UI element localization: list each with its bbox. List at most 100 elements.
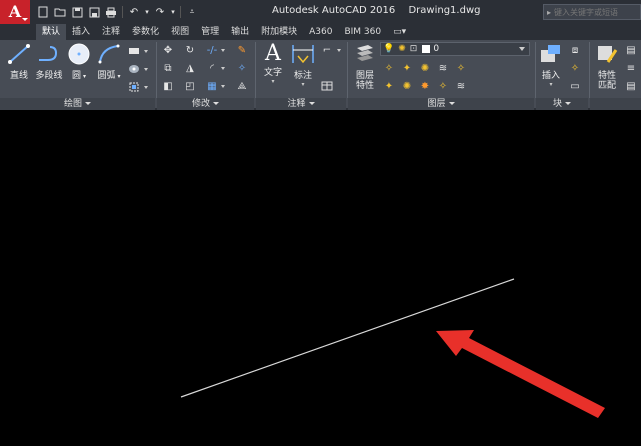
layers-panel: 图层 特性 💡 ✺ ⊡ 0 ✧ ✦ ✺ ≋ ✧ ✦ ✺ ✸ ✧ ≋ 图层 (348, 40, 534, 110)
layer-isolate-icon[interactable]: ✦ (400, 61, 414, 75)
tab-view[interactable]: 视图 (165, 24, 195, 40)
ribbon-minimize-toggle[interactable]: ▭▾ (387, 24, 412, 40)
print-icon[interactable] (104, 5, 118, 19)
layer-previous-icon[interactable]: ✺ (400, 79, 414, 93)
layer-freeze-icon[interactable]: ✺ (418, 61, 432, 75)
boundary-dropdown-icon[interactable] (144, 86, 148, 89)
tab-insert[interactable]: 插入 (66, 24, 96, 40)
application-menu-button[interactable]: A (0, 0, 30, 24)
explode-icon[interactable]: ✧ (235, 61, 249, 75)
match-layer-icon[interactable]: ✦ (382, 79, 396, 93)
tab-manage[interactable]: 管理 (195, 24, 225, 40)
leader-dropdown-icon[interactable] (337, 49, 341, 52)
scale-icon[interactable]: ◰ (183, 79, 197, 93)
boundary-icon[interactable] (127, 80, 141, 94)
layer-off-icon[interactable]: ✧ (382, 61, 396, 75)
polyline-label: 多段线 (35, 71, 63, 81)
tab-bim360[interactable]: BIM 360 (338, 24, 387, 40)
new-file-icon[interactable] (36, 5, 50, 19)
sun-icon: ✺ (398, 44, 406, 54)
lock-icon: ⊡ (409, 44, 418, 54)
undo-icon[interactable]: ↶ (127, 5, 141, 19)
dimension-tool-button[interactable]: 标注 ▾ (288, 42, 318, 88)
move-icon[interactable]: ✥ (161, 43, 175, 57)
tab-annotate[interactable]: 注释 (96, 24, 126, 40)
rectangle-icon[interactable] (127, 44, 141, 58)
chevron-down-icon (519, 47, 525, 51)
layer-color-swatch (422, 45, 431, 53)
mirror-icon[interactable]: ◮ (183, 61, 197, 75)
erase-icon[interactable]: ✎ (235, 43, 249, 57)
tab-default[interactable]: 默认 (36, 24, 67, 40)
undo-dropdown-icon[interactable]: ▾ (144, 5, 150, 19)
insert-block-button[interactable]: 插入 ▾ (536, 42, 566, 88)
modify-panel-title[interactable]: 修改 (157, 98, 254, 110)
text-icon: A (265, 41, 281, 66)
arc-icon (98, 44, 120, 64)
customize-toolbar-icon[interactable]: ⩡ (185, 5, 199, 19)
fillet-icon[interactable]: ◜ (205, 61, 219, 75)
block-panel-title[interactable]: 块 (536, 98, 588, 110)
tab-parametric[interactable]: 参数化 (126, 24, 165, 40)
search-input[interactable] (554, 7, 640, 17)
hatch-icon[interactable] (127, 62, 141, 76)
properties-panel-title[interactable] (590, 98, 641, 110)
trim-dropdown-icon[interactable] (221, 49, 225, 52)
lightbulb-icon: 💡 (383, 44, 395, 54)
lineweight-list-icon[interactable]: ≡ (624, 61, 638, 75)
layer-unisolate-icon[interactable]: ✸ (418, 79, 432, 93)
rectangle-dropdown-icon[interactable] (144, 50, 148, 53)
red-arrow-annotation (436, 330, 605, 418)
draw-panel-title[interactable]: 绘图 (0, 98, 155, 110)
arc-tool-button[interactable]: 圆弧 ▾ (94, 42, 124, 86)
search-box[interactable]: ▸ (543, 4, 641, 20)
save-as-icon[interactable] (87, 5, 101, 19)
properties-panel: 特性 匹配 ▤ ≡ ▤ (590, 40, 641, 110)
hatch-dropdown-icon[interactable] (144, 68, 148, 71)
layer-merge-icon[interactable]: ≋ (454, 79, 468, 93)
tab-a360[interactable]: A360 (303, 24, 338, 40)
match-properties-button[interactable]: 特性 匹配 (592, 42, 622, 91)
layer-lock-icon[interactable]: ≋ (436, 61, 450, 75)
tab-output[interactable]: 输出 (225, 24, 255, 40)
array-dropdown-icon[interactable] (221, 85, 225, 88)
match-properties-label-1: 特性 (597, 71, 616, 81)
polyline-tool-button[interactable]: 多段线 (34, 42, 64, 86)
make-current-icon[interactable]: ✧ (454, 61, 468, 75)
layers-panel-title[interactable]: 图层 (348, 98, 534, 110)
array-icon[interactable]: ▦ (205, 79, 219, 93)
text-tool-button[interactable]: A 文字 ▾ (258, 42, 288, 86)
match-properties-icon (598, 46, 618, 63)
color-list-icon[interactable]: ▤ (624, 43, 638, 57)
table-icon[interactable] (320, 79, 334, 93)
trim-icon[interactable]: -/- (205, 43, 219, 57)
offset-icon[interactable]: ⟁ (235, 79, 249, 93)
ribbon-tabs: 默认 插入 注释 参数化 视图 管理 输出 附加模块 A360 BIM 360 … (0, 24, 641, 40)
quick-access-toolbar: ↶ ▾ ↷ ▾ ⩡ (36, 4, 199, 20)
redo-icon[interactable]: ↷ (153, 5, 167, 19)
copy-icon[interactable]: ⧉ (161, 61, 175, 75)
create-block-icon[interactable]: ⧈ (568, 43, 582, 57)
annotation-panel-title[interactable]: 注释 (256, 98, 346, 110)
leader-icon[interactable]: ⌐ (320, 43, 334, 57)
layer-dropdown[interactable]: 💡 ✺ ⊡ 0 (380, 42, 530, 56)
annotation-panel: A 文字 ▾ 标注 ▾ ⌐ 注释 (256, 40, 346, 110)
rotate-icon[interactable]: ↻ (183, 43, 197, 57)
redo-dropdown-icon[interactable]: ▾ (170, 5, 176, 19)
layer-properties-button[interactable]: 图层 特性 (350, 42, 380, 91)
drawing-canvas[interactable] (0, 112, 641, 446)
app-title: Autodesk AutoCAD 2016 (272, 5, 396, 16)
edit-block-icon[interactable]: ✧ (568, 61, 582, 75)
layer-walk-icon[interactable]: ✧ (436, 79, 450, 93)
save-icon[interactable] (70, 5, 84, 19)
edit-attributes-icon[interactable]: ▭ (568, 79, 582, 93)
linetype-list-icon[interactable]: ▤ (624, 79, 638, 93)
line-tool-button[interactable]: 直线 (4, 42, 34, 86)
draw-panel: 直线 多段线 圆 ▾ 圆弧 ▾ 绘图 (0, 40, 155, 110)
tab-addins[interactable]: 附加模块 (255, 24, 303, 40)
fillet-dropdown-icon[interactable] (221, 67, 225, 70)
stretch-icon[interactable]: ◧ (161, 79, 175, 93)
layers-stack-icon (357, 45, 373, 61)
open-folder-icon[interactable] (53, 5, 67, 19)
circle-tool-button[interactable]: 圆 ▾ (64, 42, 94, 86)
